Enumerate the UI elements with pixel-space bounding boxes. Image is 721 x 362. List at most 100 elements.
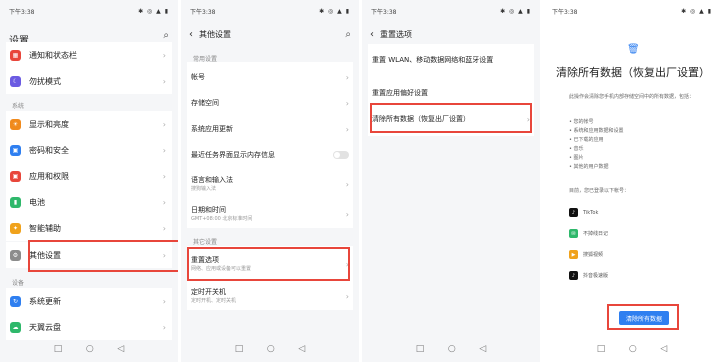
bullet-text: 已下载的应用 [573,137,604,143]
settings-item-label: 智能辅助 [29,223,61,233]
settings-item-dnd[interactable]: ☾ 勿扰模式 › [6,68,172,94]
bullet-item: • 您的帐号 [569,119,594,125]
settings-item-security[interactable]: ▣ 密码和安全 › [6,137,172,163]
status-time: 下午3:38 [371,8,397,16]
chevron-right-icon: › [162,197,166,207]
back-button[interactable]: ◁ [298,344,305,354]
highlight-box [607,304,679,330]
chevron-right-icon: › [345,179,349,189]
bullet-text: 其他的用户数据 [573,164,609,170]
section-header-device: 设备 [12,280,25,287]
chevron-right-icon: › [162,145,166,155]
recents-button[interactable]: □ [235,344,244,354]
reset-network-item[interactable]: 重置 WLAN、移动数据网络和蓝牙设置 [372,48,530,72]
page-header: ‹ 其他设置 ⌕ [189,28,351,40]
settings-item-assist[interactable]: ✦ 智能辅助 › [6,215,172,241]
chevron-right-icon: › [162,119,166,129]
back-button[interactable]: ◁ [660,344,667,354]
home-button[interactable]: ○ [267,344,275,354]
trash-icon: 🗑 [627,44,640,55]
item-label: 存储空间 [191,99,219,107]
status-icons: ✱ ◎ ▲ ▮ [500,7,531,15]
status-icons: ✱ ◎ ▲ ▮ [138,7,169,15]
item-label: 最近任务界面显示内存信息 [191,151,275,159]
account-item: ▶ 搜狐视频 [569,250,603,259]
status-bar: 下午3:38 ✱ ◎ ▲ ▮ [552,5,712,17]
settings-item-label: 密码和安全 [29,145,69,155]
factory-reset-panel: 下午3:38 ✱ ◎ ▲ ▮ 🗑 清除所有数据（恢复出厂设置） 此操作会清除您手… [543,0,721,362]
brightness-icon: ☀ [10,118,21,130]
home-button[interactable]: ○ [86,344,94,354]
status-time: 下午3:38 [552,8,578,16]
nav-bar: □ ○ ◁ [181,342,359,356]
list-item-app-update[interactable]: 系统应用更新 › [191,120,349,138]
search-icon[interactable]: ⌕ [345,29,351,40]
status-time: 下午3:38 [190,8,216,16]
nav-bar: □ ○ ◁ [543,342,721,356]
chevron-right-icon: › [345,98,349,108]
highlight-box [370,103,532,133]
account-name: TikTok [583,209,599,216]
item-sublabel: 搜狗输入法 [191,186,217,192]
reset-app-prefs-item[interactable]: 重置应用偏好设置 [372,84,530,102]
lock-icon: ▣ [10,144,21,156]
list-item-storage[interactable]: 存储空间 › [191,94,349,112]
tiktok-icon: ♪ [569,208,578,217]
account-name: 抖音极速版 [583,273,609,279]
status-time: 下午3:38 [9,8,35,16]
settings-item-label: 勿扰模式 [29,76,61,86]
item-label: 定时开关机 [191,288,226,296]
memory-info-toggle[interactable] [333,151,349,159]
settings-item-label: 应用和权限 [29,171,69,181]
chevron-right-icon: › [162,50,166,60]
cloud-icon: ☁ [10,321,21,333]
settings-item-notifications[interactable]: ▦ 通知和状态栏 › [6,42,172,68]
settings-item-label: 系统更新 [29,296,61,306]
settings-item-apps[interactable]: ▣ 应用和权限 › [6,163,172,189]
recents-button[interactable]: □ [597,344,606,354]
account-item: ♪ 抖音极速版 [569,271,608,280]
bullet-text: 您的帐号 [573,119,594,125]
chevron-right-icon: › [345,209,349,219]
account-item: ♪ TikTok [569,208,598,217]
recents-button[interactable]: □ [416,344,425,354]
back-button[interactable]: ◁ [117,344,124,354]
battery-icon: ▮ [10,196,21,208]
moon-icon: ☾ [10,75,21,87]
list-item-memory-info[interactable]: 最近任务界面显示内存信息 [191,146,349,164]
home-button[interactable]: ○ [448,344,456,354]
video-icon: ▶ [569,250,578,259]
highlight-box [28,240,178,272]
bullet-item: • 已下载的应用 [569,137,604,143]
recents-button[interactable]: □ [54,344,63,354]
status-icons: ✱ ◎ ▲ ▮ [319,7,350,15]
apps-icon: ▣ [10,170,21,182]
list-item-language[interactable]: 语言和输入法 搜狗输入法 › [191,174,349,194]
list-item-schedule-power[interactable]: 定时开关机 定时开机、定时关机 › [191,285,349,307]
home-button[interactable]: ○ [629,344,637,354]
settings-item-display[interactable]: ☀ 显示和亮度 › [6,111,172,137]
item-label: 系统应用更新 [191,125,233,133]
bullet-item: • 系统和应用数据和设置 [569,128,624,134]
settings-item-label: 通知和状态栏 [29,50,77,60]
search-icon[interactable]: ⌕ [163,30,169,41]
account-name: 搜狐视频 [583,252,604,258]
settings-item-cloud[interactable]: ☁ 天翼云盘 › [6,314,172,340]
item-label: 帐号 [191,73,205,81]
back-button[interactable]: ◁ [479,344,486,354]
back-arrow-icon[interactable]: ‹ [189,29,193,40]
bullet-item: • 其他的用户数据 [569,164,609,170]
bullet-text: 图片 [573,155,584,161]
chevron-right-icon: › [162,322,166,332]
settings-item-battery[interactable]: ▮ 电池 › [6,189,172,215]
settings-panel: 下午3:38 ✱ ◎ ▲ ▮ 设置 ⌕ ▦ 通知和状态栏 › ☾ 勿扰模式 › … [0,0,178,362]
item-label: 重置应用偏好设置 [372,89,428,97]
back-arrow-icon[interactable]: ‹ [370,29,374,40]
nav-bar: □ ○ ◁ [0,342,178,356]
list-item-account[interactable]: 帐号 › [191,68,349,86]
list-item-datetime[interactable]: 日期和时间 GMT+08:00 北京标准时间 › [191,204,349,224]
item-sublabel: GMT+08:00 北京标准时间 [191,216,253,222]
settings-item-update[interactable]: ↻ 系统更新 › [6,288,172,314]
status-icons: ✱ ◎ ▲ ▮ [681,7,712,15]
item-label: 语言和输入法 [191,176,233,184]
